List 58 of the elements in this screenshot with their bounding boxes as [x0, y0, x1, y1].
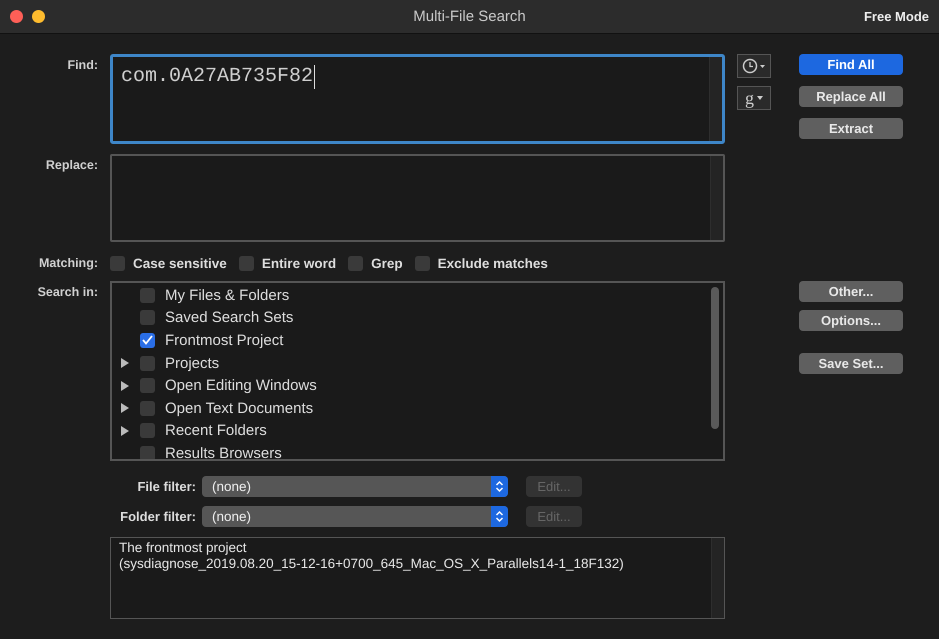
find-label: Find: [66, 57, 98, 74]
checkbox[interactable] [140, 356, 155, 371]
close-window-button[interactable] [10, 10, 23, 23]
matching-option[interactable]: Case sensitive [110, 256, 227, 271]
scrollbar-track[interactable] [711, 538, 724, 618]
caret-icon [757, 96, 763, 100]
scrollbar-track[interactable] [710, 156, 723, 240]
replace-label: Replace: [44, 157, 98, 174]
checkbox[interactable] [238, 256, 254, 271]
search-source-item[interactable]: Results Browsers [165, 444, 282, 459]
replace-field[interactable] [110, 154, 725, 242]
search-source-item[interactable]: My Files & Folders [165, 286, 290, 304]
other-button[interactable]: Other... [799, 281, 903, 302]
matching-label: Matching: [38, 255, 98, 271]
stepper-icon [495, 480, 504, 493]
disclosure-triangle-icon[interactable] [121, 358, 129, 368]
filter-label: Folder filter: [119, 509, 196, 524]
checkbox[interactable] [140, 423, 155, 438]
checkbox[interactable] [140, 288, 155, 303]
search-source-item[interactable]: Recent Folders [165, 422, 267, 440]
disclosure-triangle-icon[interactable] [121, 403, 129, 414]
checkbox[interactable] [414, 256, 430, 271]
search-in-label: Search in: [36, 284, 98, 301]
search-source-item[interactable]: Open Editing Windows [165, 377, 317, 394]
filter-dropdown[interactable]: (none) [202, 476, 508, 497]
search-source-item[interactable]: Projects [165, 354, 220, 372]
search-source-item[interactable]: Saved Search Sets [165, 309, 294, 326]
checkbox[interactable] [140, 378, 155, 394]
grep-pattern-menu-button[interactable]: g [737, 86, 771, 110]
checkbox[interactable] [140, 400, 155, 416]
description-text: The frontmost project (sysdiagnose_2019.08.20_15-12-16+0700_645_Mac_OS_X_Parallels14-1_18F132) [118, 539, 625, 573]
checkbox[interactable] [140, 332, 155, 348]
options-button[interactable]: Options... [799, 310, 903, 331]
checkbox[interactable] [140, 446, 155, 459]
save-set-button[interactable]: Save Set... [799, 353, 903, 374]
scrollbar-track[interactable] [709, 57, 722, 141]
window-title: Multi-File Search [413, 8, 526, 25]
matching-option[interactable]: Entire word [238, 256, 336, 271]
filter-dropdown[interactable]: (none) [202, 506, 508, 527]
replace-all-button[interactable]: Replace All [799, 86, 903, 107]
extract-button[interactable]: Extract [799, 118, 903, 139]
find-field[interactable]: com.0A27AB735F82 [110, 54, 725, 144]
checkbox[interactable] [110, 256, 125, 271]
stepper-icon [495, 510, 504, 523]
search-source-item[interactable]: Frontmost Project [165, 332, 284, 349]
scrollbar-thumb[interactable] [711, 287, 719, 429]
checkbox[interactable] [140, 310, 155, 326]
filter-label: File filter: [136, 479, 196, 494]
checkbox[interactable] [348, 256, 364, 271]
disclosure-triangle-icon[interactable] [121, 380, 129, 391]
mode-label: Free Mode [864, 9, 929, 24]
history-menu-button[interactable] [737, 54, 771, 78]
disclosure-triangle-icon[interactable] [121, 426, 129, 436]
matching-option[interactable]: Grep [348, 256, 403, 271]
find-all-button[interactable]: Find All [799, 54, 903, 75]
matching-option[interactable]: Exclude matches [414, 256, 548, 271]
minimize-window-button[interactable] [32, 10, 45, 23]
search-source-item[interactable]: Open Text Documents [165, 400, 314, 417]
